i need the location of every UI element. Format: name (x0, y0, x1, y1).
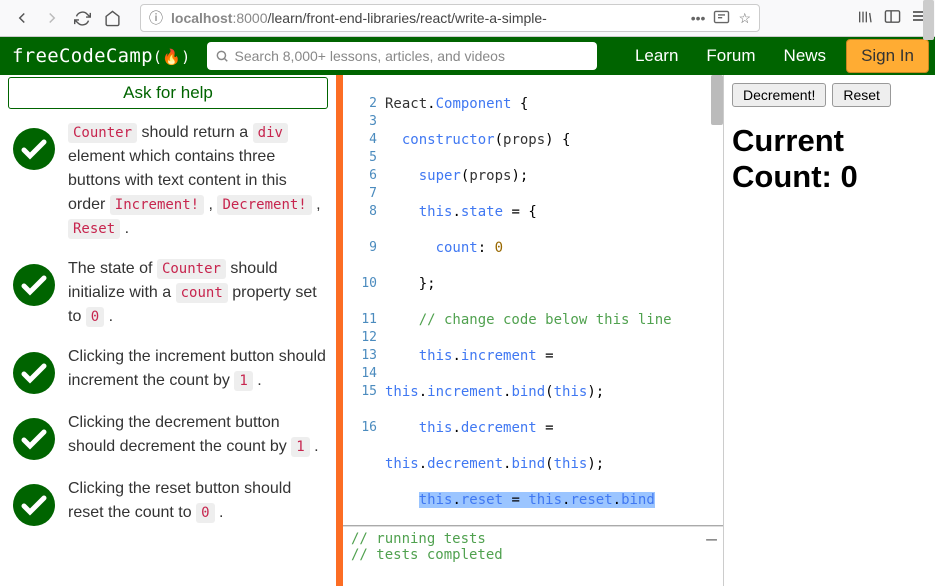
sidebar-icon[interactable] (884, 9, 901, 28)
search-box[interactable] (207, 42, 597, 70)
test-text: Clicking the reset button should reset t… (68, 477, 328, 525)
test-row: The state of Counter should initialize w… (0, 251, 336, 339)
nav-forum[interactable]: Forum (692, 46, 769, 66)
reset-button[interactable]: Reset (832, 83, 891, 107)
url-path: /learn/front-end-libraries/react/write-a… (268, 10, 547, 26)
url-actions: ••• ☆ (691, 10, 751, 27)
library-icon[interactable] (856, 9, 874, 28)
test-text: Clicking the increment button should inc… (68, 345, 328, 393)
url-host: localhost:8000 (171, 10, 268, 26)
test-row: Counter should return a div element whic… (0, 115, 336, 251)
info-icon: ⓘ (149, 8, 163, 28)
console-line: // running tests (351, 531, 715, 547)
search-input[interactable] (235, 48, 589, 64)
home-button[interactable] (98, 4, 126, 32)
preview-scrollbar[interactable] (923, 0, 934, 40)
panel-divider[interactable] (336, 75, 343, 586)
test-text: The state of Counter should initialize w… (68, 257, 328, 329)
nav-learn[interactable]: Learn (621, 46, 692, 66)
back-button[interactable] (8, 4, 36, 32)
line-gutter: 12345678 9 10 1112131415 16 (343, 75, 385, 526)
code-content[interactable]: React.Component { constructor(props) { s… (385, 75, 723, 526)
test-text: Counter should return a div element whic… (68, 121, 328, 241)
check-icon (12, 351, 56, 395)
reader-icon[interactable] (713, 10, 730, 27)
signin-button[interactable]: Sign In (846, 39, 929, 73)
fcc-header: freeCodeCamp(🔥) Learn Forum News Sign In (0, 37, 935, 75)
check-icon (12, 127, 56, 171)
forward-button[interactable] (38, 4, 66, 32)
test-row: Clicking the increment button should inc… (0, 339, 336, 405)
editor-scroll[interactable]: 12345678 9 10 1112131415 16 React.Compon… (343, 75, 723, 526)
editor-scrollbar[interactable] (711, 75, 723, 125)
test-row: Clicking the decrement button should dec… (0, 405, 336, 471)
console-line: // tests completed (351, 547, 715, 563)
count-display: Current Count: 0 (732, 123, 927, 194)
bookmark-icon[interactable]: ☆ (738, 10, 751, 27)
decrement-button[interactable]: Decrement! (732, 83, 826, 107)
test-text: Clicking the decrement button should dec… (68, 411, 328, 459)
check-icon (12, 417, 56, 461)
fcc-nav: Learn Forum News Sign In (621, 39, 929, 73)
console-minimize-icon[interactable]: — (706, 529, 717, 550)
nav-news[interactable]: News (770, 46, 841, 66)
check-icon (12, 263, 56, 307)
preview-panel: Decrement! Reset Current Count: 0 (724, 75, 935, 586)
check-icon (12, 483, 56, 527)
search-icon (215, 49, 229, 63)
test-row: Clicking the reset button should reset t… (0, 471, 336, 537)
browser-toolbar: ⓘ localhost:8000 /learn/front-end-librar… (0, 0, 935, 37)
more-icon[interactable]: ••• (691, 10, 706, 27)
test-panel: Ask for help Counter should return a div… (0, 75, 336, 586)
reload-button[interactable] (68, 4, 96, 32)
ask-help-button[interactable]: Ask for help (8, 77, 328, 109)
console-output: // running tests // tests completed — (343, 526, 723, 586)
url-bar[interactable]: ⓘ localhost:8000 /learn/front-end-librar… (140, 4, 760, 32)
fcc-logo[interactable]: freeCodeCamp(🔥) (6, 45, 197, 67)
code-editor: 12345678 9 10 1112131415 16 React.Compon… (343, 75, 724, 586)
